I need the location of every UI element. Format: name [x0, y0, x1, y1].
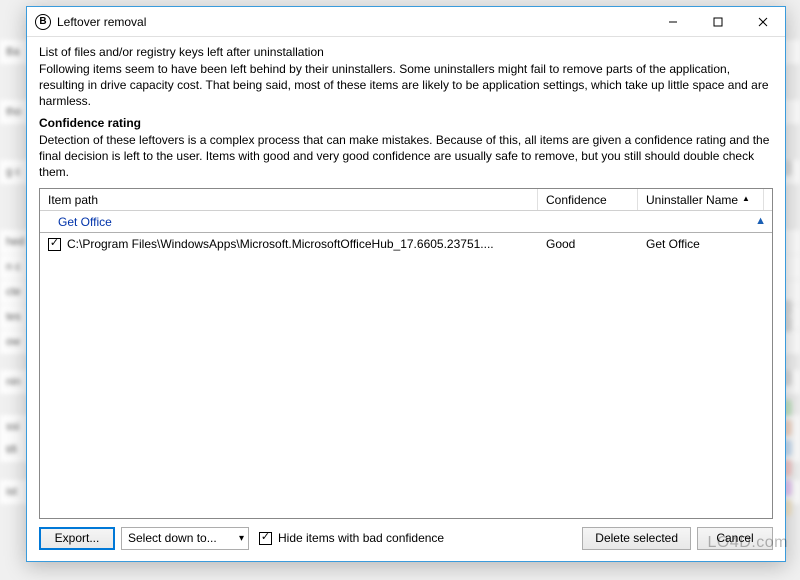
minimize-button[interactable] [650, 7, 695, 37]
close-button[interactable] [740, 7, 785, 37]
select-down-to-combo[interactable]: Select down to... ▾ [121, 527, 249, 550]
list-body[interactable]: Get Office ▲ C:\Program Files\WindowsApp… [40, 211, 772, 518]
group-label: Get Office [58, 215, 112, 229]
column-header-path[interactable]: Item path [40, 189, 538, 210]
leftovers-list: Item path Confidence Uninstaller Name ▲ … [39, 188, 773, 519]
export-button[interactable]: Export... [39, 527, 115, 550]
delete-selected-button[interactable]: Delete selected [582, 527, 691, 550]
confidence-section-title: Confidence rating [39, 116, 773, 130]
column-header-uninstaller[interactable]: Uninstaller Name ▲ [638, 189, 764, 210]
confidence-section-desc: Detection of these leftovers is a comple… [39, 132, 773, 181]
item-uninstaller-cell: Get Office [638, 237, 764, 251]
list-item[interactable]: C:\Program Files\WindowsApps\Microsoft.M… [40, 233, 772, 255]
list-section-title: List of files and/or registry keys left … [39, 45, 773, 59]
window-title: Leftover removal [57, 15, 650, 29]
hide-bad-checkbox[interactable] [259, 532, 272, 545]
item-confidence-cell: Good [538, 237, 638, 251]
group-collapse-icon[interactable]: ▲ [755, 215, 766, 227]
cancel-button[interactable]: Cancel [697, 527, 773, 550]
column-header-uninstaller-label: Uninstaller Name [646, 193, 738, 207]
window-controls [650, 7, 785, 37]
dialog-footer: Export... Select down to... ▾ Hide items… [39, 519, 773, 553]
select-down-to-label: Select down to... [128, 531, 217, 545]
list-section-desc: Following items seem to have been left b… [39, 61, 773, 110]
maximize-button[interactable] [695, 7, 740, 37]
sort-caret-icon: ▲ [742, 194, 750, 203]
hide-bad-confidence-option[interactable]: Hide items with bad confidence [259, 531, 444, 545]
item-checkbox[interactable] [48, 238, 61, 251]
titlebar[interactable]: B Leftover removal [27, 7, 785, 37]
chevron-down-icon: ▾ [239, 533, 244, 544]
dialog-leftover-removal: B Leftover removal List of files and/or … [26, 6, 786, 562]
group-row[interactable]: Get Office ▲ [40, 211, 772, 233]
item-path-text: C:\Program Files\WindowsApps\Microsoft.M… [67, 237, 494, 251]
list-header[interactable]: Item path Confidence Uninstaller Name ▲ [40, 189, 772, 211]
dialog-content: List of files and/or registry keys left … [27, 37, 785, 561]
item-path-cell: C:\Program Files\WindowsApps\Microsoft.M… [40, 237, 538, 251]
hide-bad-label: Hide items with bad confidence [278, 531, 444, 545]
column-header-confidence[interactable]: Confidence [538, 189, 638, 210]
app-icon: B [35, 14, 51, 30]
